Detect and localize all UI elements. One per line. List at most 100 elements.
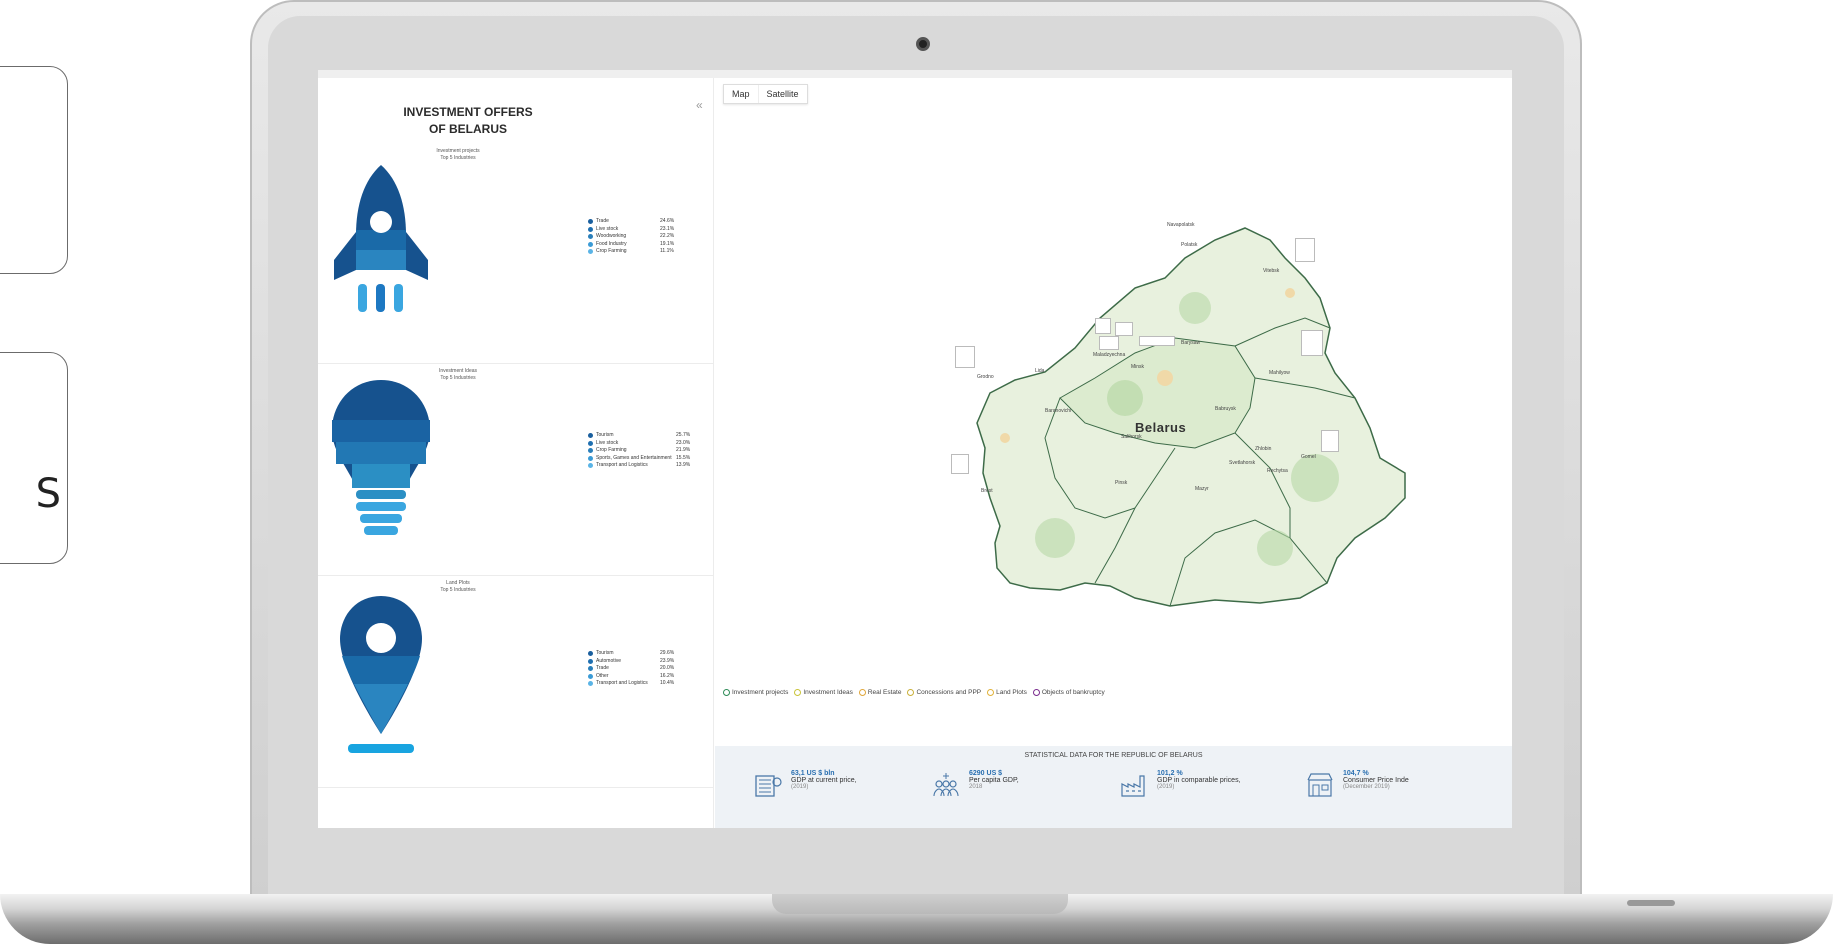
legend-value: 23.9% [660, 657, 675, 664]
legend-item: Transport and Logistics 10.4% [588, 680, 674, 688]
laptop-notch [772, 894, 1068, 914]
city-label: Svetlahorsk [1229, 460, 1256, 466]
legend-label: Crop Farming [596, 248, 627, 254]
section-investment-ideas: Investment Ideas Top 5 Industries Touris… [318, 364, 713, 576]
laptop-screen: INVESTMENT OFFERS OF BELARUS « Investmen… [318, 70, 1512, 828]
legend-real-estate[interactable]: Real Estate [858, 689, 902, 696]
map-marker[interactable] [1301, 330, 1323, 356]
city-label: Vitebsk [1263, 268, 1280, 274]
stats-panel: STATISTICAL DATA FOR THE REPUBLIC OF BEL… [715, 746, 1512, 828]
legend-label: Other [596, 672, 609, 679]
legend-item: Live stock 23.0% [588, 440, 690, 448]
stat-value: 63,1 US $ bln [791, 770, 835, 777]
section-investment-projects: Investment projects Top 5 Industries Tra… [318, 148, 713, 364]
legend-item: Other 16.2% [588, 673, 674, 681]
map-marker[interactable] [951, 454, 969, 474]
lightbulb-icon [332, 380, 430, 535]
stat-year: (2019) [791, 784, 809, 790]
people-icon [933, 773, 959, 797]
legend-item: Tourism 25.7% [588, 432, 690, 440]
legend-label: Food Industry [596, 240, 627, 247]
legend-item: Automotive 23.9% [588, 658, 674, 666]
legend-value: 13.9% [676, 462, 691, 468]
legend-dot [588, 249, 593, 255]
city-label: Pinsk [1115, 480, 1128, 486]
city-label: Baranovichi [1045, 408, 1072, 414]
city-label: Mazyr [1195, 486, 1209, 492]
stat-value: 6290 US $ [969, 770, 1003, 777]
side-card[interactable]: S [0, 352, 68, 564]
city-label: Zhlobin [1255, 446, 1272, 452]
city-label: Barysaw [1181, 340, 1201, 346]
legend-value: 20.0% [660, 665, 675, 671]
legend-item: Trade 20.0% [588, 665, 674, 673]
legend-item: Woodworking 22.2% [588, 233, 674, 241]
legend-value: 23.1% [660, 225, 675, 232]
map-legend: Investment projects Investment Ideas Rea… [723, 689, 1105, 696]
legend-label: Real Estate [867, 689, 902, 696]
legend-dot [588, 219, 593, 225]
side-card-glyph: S [35, 471, 61, 517]
legend-bankruptcy[interactable]: Objects of bankruptcy [1032, 689, 1105, 696]
belarus-map[interactable] [715, 78, 1512, 678]
legend-item: Food Industry 19.1% [588, 241, 674, 249]
legend: Tourism 25.7% Live stock 23.0% Crop Farmin… [588, 432, 690, 470]
stat-item: 104,7 % Consumer Price Inde (December 2019… [1305, 770, 1409, 800]
stat-item: 6290 US $ Per capita GDP, 2018 [931, 770, 1019, 800]
pin-icon [907, 689, 915, 696]
stat-value: 101,2 % [1157, 770, 1183, 777]
legend-dot [588, 666, 593, 672]
pin-icon [987, 689, 995, 696]
collapse-icon[interactable]: « [696, 98, 703, 112]
legend-item: Live stock 23.1% [588, 226, 674, 234]
side-card[interactable] [0, 66, 68, 274]
legend-label: Trade [596, 665, 609, 671]
map-marker[interactable] [1115, 322, 1133, 336]
map-marker[interactable] [1139, 336, 1175, 346]
city-label: Polatsk [1181, 242, 1198, 248]
legend-item: Trade 24.6% [588, 218, 674, 226]
legend-dot [588, 658, 593, 664]
legend-value: 19.1% [660, 240, 675, 247]
status-led [1627, 900, 1675, 906]
map-marker[interactable] [955, 346, 975, 368]
legend-label: Investment projects [732, 689, 789, 696]
stat-year: 2018 [969, 784, 983, 790]
pin-icon [858, 689, 866, 696]
legend: Trade 24.6% Live stock 23.1% Woodworking 22… [588, 218, 674, 256]
legend-value: 10.4% [660, 680, 675, 686]
city-label: Rechytsa [1267, 468, 1288, 474]
factory-icon [1121, 775, 1145, 797]
stat-year: (2019) [1157, 784, 1175, 790]
legend-dot [588, 448, 593, 454]
map-marker[interactable] [1321, 430, 1339, 452]
camera-icon [916, 37, 930, 51]
screen-topbar [318, 70, 1512, 78]
legend-concessions[interactable]: Concessions and PPP [907, 689, 981, 696]
pin-icon [1032, 689, 1040, 696]
city-label: Minsk [1131, 364, 1145, 370]
legend-value: 22.2% [660, 233, 675, 239]
stat-desc: Per capita GDP, [969, 777, 1019, 784]
shop-icon [1307, 773, 1333, 797]
legend-label: Live stock [596, 439, 619, 446]
legend-dot [588, 681, 593, 687]
legend-land-plots[interactable]: Land Plots [987, 689, 1027, 696]
pin-icon [723, 689, 730, 696]
map-marker[interactable] [1295, 238, 1315, 262]
map-area[interactable]: Map Satellite Belarus Navapolatsk Polats… [715, 78, 1512, 726]
city-label: Gomel [1301, 454, 1316, 460]
legend-investment-ideas[interactable]: Investment Ideas [794, 689, 853, 696]
legend-label: Automotive [596, 657, 622, 664]
legend-value: 21.9% [676, 447, 691, 453]
legend-label: Tourism [596, 650, 614, 656]
stat-value: 104,7 % [1343, 770, 1369, 777]
city-label: Brest [981, 488, 993, 494]
legend-label: Live stock [596, 225, 619, 232]
city-label: Grodno [977, 374, 994, 380]
left-panel: INVESTMENT OFFERS OF BELARUS « Investmen… [318, 78, 714, 828]
legend-item: Tourism 29.6% [588, 650, 674, 658]
map-marker[interactable] [1095, 318, 1111, 334]
map-marker[interactable] [1099, 336, 1119, 350]
legend-investment-projects[interactable]: Investment projects [723, 689, 788, 696]
